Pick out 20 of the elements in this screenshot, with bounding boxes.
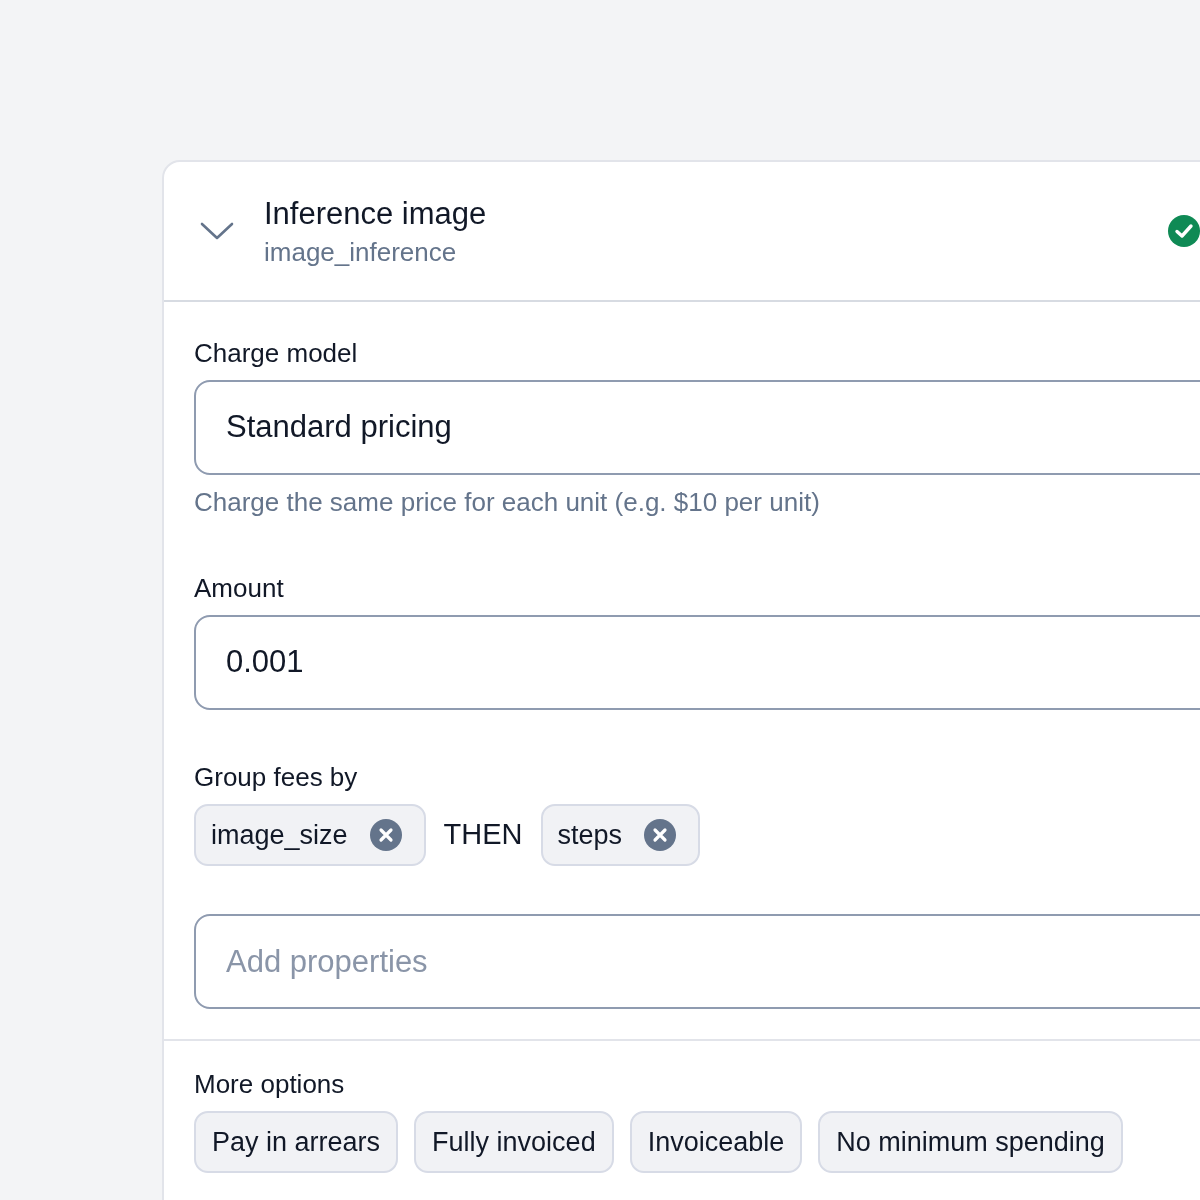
card-subtitle: image_inference — [264, 238, 458, 265]
card-title: Inference image — [264, 197, 487, 229]
input-field[interactable]: 0.001 — [194, 615, 1200, 710]
field-label: Group fees by — [194, 764, 359, 790]
option-chip[interactable]: Invoiceable — [629, 1111, 803, 1173]
field-label: Amount — [194, 575, 285, 601]
remove-icon[interactable] — [644, 819, 677, 851]
chip-label: steps — [557, 818, 623, 852]
input-field[interactable]: Add properties — [194, 914, 1200, 1009]
separator-text: THEN — [443, 817, 523, 853]
option-chip[interactable]: Pay in arrears — [194, 1111, 399, 1173]
option-chip[interactable]: No minimum spending — [818, 1111, 1123, 1173]
section-label: More options — [194, 1071, 346, 1097]
option-chip[interactable]: Fully invoiced — [414, 1111, 614, 1173]
chip-label: image_size — [211, 818, 348, 852]
select-field[interactable]: Standard pricing — [194, 380, 1200, 475]
hint-text: Charge the same price for each unit (e.g. $10 per unit) — [194, 489, 821, 515]
field-label: Charge model — [194, 340, 359, 366]
remove-icon[interactable] — [369, 819, 402, 851]
chevron-down-icon[interactable] — [200, 221, 234, 241]
